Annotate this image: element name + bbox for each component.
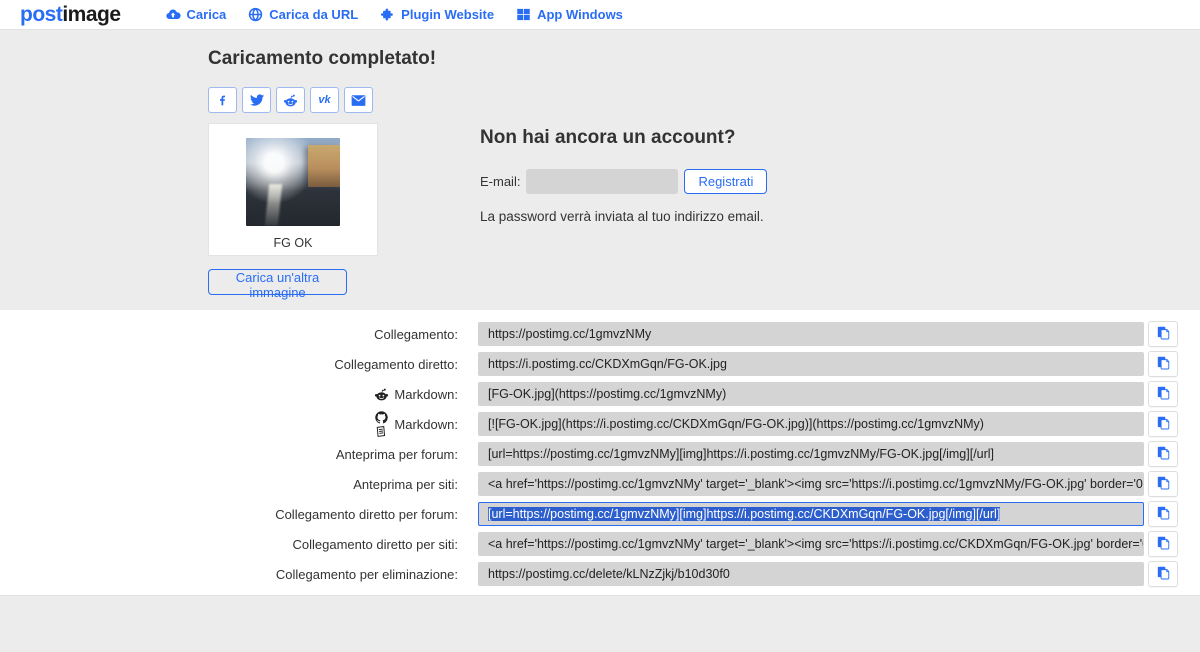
uploaded-image-thumbnail[interactable]: [246, 138, 340, 226]
link-value-field[interactable]: [FG-OK.jpg](https://postimg.cc/1gmvzNMy): [478, 382, 1144, 406]
nav-item-carica-da-url[interactable]: Carica da URL: [248, 7, 358, 22]
uploaded-image-card: FG OK: [208, 123, 378, 256]
upload-complete-section: Caricamento completato! vk FG OK Carica …: [0, 30, 1200, 310]
copy-icon: [1156, 475, 1170, 493]
link-value-field[interactable]: <a href='https://postimg.cc/1gmvzNMy' ta…: [478, 532, 1144, 556]
copy-button[interactable]: [1148, 321, 1178, 347]
password-note: La password verrà inviata al tuo indiriz…: [480, 209, 764, 224]
upload-another-button[interactable]: Carica un'altra immagine: [208, 269, 347, 300]
link-row-label: Collegamento:: [374, 326, 458, 342]
copy-button[interactable]: [1148, 561, 1178, 587]
vk-icon: vk: [318, 94, 331, 106]
nav-item-plugin-website[interactable]: Plugin Website: [380, 7, 494, 22]
link-row-label-cell: Collegamento diretto:: [0, 357, 458, 372]
windows-icon: [516, 7, 531, 22]
link-row-label-cell: Markdown:: [0, 387, 458, 402]
share-buttons-row: vk: [208, 87, 1200, 113]
link-value-field[interactable]: https://i.postimg.cc/CKDXmGqn/FG-OK.jpg: [478, 352, 1144, 376]
link-value-field[interactable]: [url=https://postimg.cc/1gmvzNMy][img]ht…: [478, 442, 1144, 466]
postimage-logo[interactable]: postimage: [20, 3, 121, 27]
copy-button[interactable]: [1148, 351, 1178, 377]
share-facebook-button[interactable]: [208, 87, 237, 113]
link-row: Markdown: [FG-OK.jpg](https://postimg.cc…: [0, 381, 1178, 407]
page-footer: [0, 595, 1200, 652]
link-value-field[interactable]: [![FG-OK.jpg](https://i.postimg.cc/CKDXm…: [478, 412, 1144, 436]
share-reddit-button[interactable]: [276, 87, 305, 113]
copy-button[interactable]: [1148, 441, 1178, 467]
link-row-label: Anteprima per siti:: [353, 476, 458, 492]
link-row-label-cell: Collegamento per eliminazione:: [0, 567, 458, 582]
scroll-icon: [374, 425, 389, 439]
copy-button[interactable]: [1148, 411, 1178, 437]
globe-icon: [248, 7, 263, 22]
logo-text-image: image: [62, 2, 121, 26]
copy-icon: [1156, 325, 1170, 343]
share-vk-button[interactable]: vk: [310, 87, 339, 113]
copy-icon: [1156, 415, 1170, 433]
copy-icon: [1156, 565, 1170, 583]
top-navbar: postimage Carica Carica da URL Plugin We…: [0, 0, 1200, 30]
copy-button[interactable]: [1148, 381, 1178, 407]
link-value-field[interactable]: https://postimg.cc/1gmvzNMy: [478, 322, 1144, 346]
account-signup-block: Non hai ancora un account? E-mail: Regis…: [480, 123, 768, 302]
register-button[interactable]: Registrati: [684, 169, 768, 194]
nav-item-label: App Windows: [537, 7, 623, 22]
nav-item-app-windows[interactable]: App Windows: [516, 7, 623, 22]
share-email-button[interactable]: [344, 87, 373, 113]
link-row-label: Markdown:: [394, 416, 458, 432]
nav-item-label: Carica da URL: [269, 7, 359, 22]
copy-button[interactable]: [1148, 471, 1178, 497]
link-row: Collegamento per eliminazione: https://p…: [0, 561, 1178, 587]
copy-icon: [1156, 385, 1170, 403]
link-row-label: Collegamento diretto per siti:: [292, 536, 458, 552]
link-row-label: Markdown:: [394, 386, 458, 402]
link-row-label-cell: Markdown:: [0, 410, 458, 439]
link-row: Collegamento diretto: https://i.postimg.…: [0, 351, 1178, 377]
github-icon: [374, 410, 389, 425]
logo-text-post: post: [20, 2, 63, 26]
nav-item-carica[interactable]: Carica: [165, 7, 227, 23]
copy-icon: [1156, 535, 1170, 553]
link-row: Markdown: [![FG-OK.jpg](https://i.postim…: [0, 410, 1178, 439]
email-field[interactable]: [526, 169, 679, 194]
copy-icon: [1156, 505, 1170, 523]
page-title: Caricamento completato!: [208, 48, 437, 69]
facebook-icon: [216, 94, 229, 107]
link-row-label-cell: Anteprima per forum:: [0, 447, 458, 462]
link-value-field[interactable]: <a href='https://postimg.cc/1gmvzNMy' ta…: [478, 472, 1144, 496]
link-row-label-cell: Collegamento diretto per siti:: [0, 537, 458, 552]
link-row: Collegamento: https://postimg.cc/1gmvzNM…: [0, 321, 1178, 347]
link-row-label: Collegamento diretto:: [334, 356, 458, 372]
copy-icon: [1156, 355, 1170, 373]
copy-icon: [1156, 445, 1170, 463]
link-row-label-cell: Anteprima per siti:: [0, 477, 458, 492]
link-row: Collegamento diretto per siti: <a href='…: [0, 531, 1178, 557]
nav-item-label: Plugin Website: [401, 7, 495, 22]
link-row-label-cell: Collegamento:: [0, 327, 458, 342]
image-caption: FG OK: [273, 236, 313, 250]
links-section: Collegamento: https://postimg.cc/1gmvzNM…: [0, 310, 1200, 595]
reddit-icon: [374, 387, 389, 402]
copy-button[interactable]: [1148, 531, 1178, 557]
share-twitter-button[interactable]: [242, 87, 271, 113]
account-heading: Non hai ancora un account?: [480, 127, 736, 148]
nav-item-label: Carica: [186, 7, 227, 22]
link-row-label: Anteprima per forum:: [335, 446, 458, 462]
reddit-icon: [283, 93, 298, 108]
copy-button[interactable]: [1148, 501, 1178, 527]
link-row-label: Collegamento per eliminazione:: [275, 566, 458, 582]
email-icon: [351, 94, 366, 107]
cloud-upload-icon: [165, 7, 181, 23]
link-row-label: Collegamento diretto per forum:: [275, 506, 458, 522]
email-label: E-mail:: [480, 174, 521, 189]
link-value-field[interactable]: https://postimg.cc/delete/kLNzZjkj/b10d3…: [478, 562, 1144, 586]
link-row: Anteprima per forum: [url=https://postim…: [0, 441, 1178, 467]
link-row: Anteprima per siti: <a href='https://pos…: [0, 471, 1178, 497]
twitter-icon: [249, 93, 264, 107]
link-value-field[interactable]: [url=https://postimg.cc/1gmvzNMy][img]ht…: [478, 502, 1144, 526]
link-row: Collegamento diretto per forum: [url=htt…: [0, 501, 1178, 527]
link-row-label-cell: Collegamento diretto per forum:: [0, 507, 458, 522]
puzzle-icon: [380, 7, 395, 22]
